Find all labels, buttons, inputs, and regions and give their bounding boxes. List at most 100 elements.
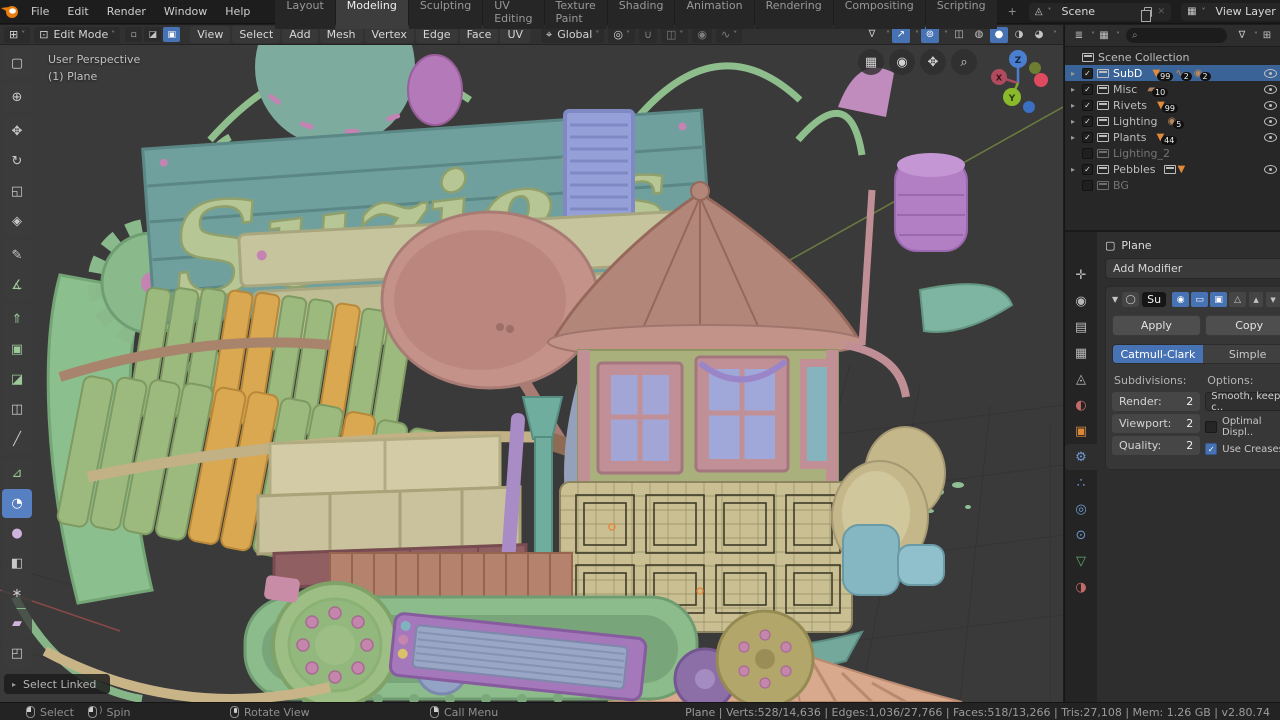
show-gizmo-icon[interactable]: ↗: [892, 26, 910, 43]
properties-tab-physics[interactable]: ◎: [1065, 496, 1097, 522]
collection-checkbox[interactable]: ✓: [1082, 83, 1093, 95]
properties-tab-view-layer[interactable]: ▦: [1065, 340, 1097, 366]
menu-edit[interactable]: Edit: [58, 1, 97, 22]
menu-file[interactable]: File: [22, 1, 58, 22]
tab-shading[interactable]: Shading: [607, 0, 675, 29]
breadcrumb-object-name[interactable]: Plane: [1121, 239, 1151, 252]
outliner-row-rivets[interactable]: ▸ ✓ Rivets ▼ 99: [1065, 97, 1280, 113]
snap-toggle[interactable]: ∪: [638, 26, 657, 43]
render-subdiv-field[interactable]: Render: 2: [1112, 392, 1201, 411]
tool-poly-build[interactable]: ⊿: [2, 459, 32, 488]
tab-uv-editing[interactable]: UV Editing: [483, 0, 544, 29]
editor-outliner-icon[interactable]: ≣: [1070, 28, 1088, 44]
viewport-menu-view[interactable]: View: [190, 26, 231, 43]
outliner-row-plants[interactable]: ▸ ✓ Plants ▼ 44: [1065, 129, 1280, 145]
viewport-menu-face[interactable]: Face: [459, 26, 499, 43]
tab-texture-paint[interactable]: Texture Paint: [544, 0, 607, 29]
visibility-filter-icon[interactable]: ∇: [863, 27, 881, 43]
properties-tab-particles[interactable]: ∴: [1065, 470, 1097, 496]
properties-tab-tool[interactable]: ✛: [1065, 262, 1097, 288]
tool-bevel[interactable]: ◪: [2, 365, 32, 394]
catmull-clark-button[interactable]: Catmull-Clark: [1113, 345, 1203, 363]
camera-view-button[interactable]: ◉: [889, 49, 915, 75]
viewport-menu-vertex[interactable]: Vertex: [364, 26, 414, 43]
vertex-select-button[interactable]: ▫: [125, 27, 143, 42]
collection-checkbox[interactable]: ✓: [1082, 115, 1093, 127]
show-overlays-icon[interactable]: ⊚: [921, 26, 939, 43]
viewport-menu-select[interactable]: Select: [232, 26, 281, 43]
display-mode-icon[interactable]: ▦: [1095, 28, 1113, 44]
menu-help[interactable]: Help: [216, 1, 259, 22]
tool-move[interactable]: ✥: [2, 117, 32, 146]
collection-checkbox[interactable]: [1082, 179, 1093, 191]
properties-tab-object-data[interactable]: ▽: [1065, 548, 1097, 574]
simple-button[interactable]: Simple: [1202, 345, 1280, 363]
viewport-menu-mesh[interactable]: Mesh: [319, 26, 363, 43]
outliner-row-misc[interactable]: ▸ ✓ Misc ▰ 10: [1065, 81, 1280, 97]
blender-logo-icon[interactable]: [0, 4, 20, 19]
tab-modeling[interactable]: Modeling: [335, 0, 408, 29]
viewport-menu-edge[interactable]: Edge: [415, 26, 458, 43]
move-down-icon[interactable]: ▼: [1266, 292, 1280, 307]
tool-annotate[interactable]: ✎: [2, 241, 32, 270]
snap-target-dropdown[interactable]: ◫ ˅: [661, 26, 689, 43]
expand-icon[interactable]: ▸: [1071, 69, 1082, 78]
new-collection-icon[interactable]: ⊞: [1258, 28, 1276, 44]
orientation-dropdown[interactable]: ⌖ Global ˅: [541, 26, 605, 43]
display-cage-toggle[interactable]: △: [1229, 292, 1247, 307]
collection-checkbox[interactable]: ✓: [1082, 131, 1093, 143]
outliner-row-pebbles[interactable]: ▸ ✓ Pebbles ▼: [1065, 161, 1280, 177]
properties-tab-world[interactable]: ◐: [1065, 392, 1097, 418]
view-layer-selector[interactable]: ▦ ˅ View Layer ✕: [1181, 2, 1280, 21]
collection-checkbox[interactable]: [1082, 147, 1093, 159]
falloff-dropdown[interactable]: ∿ ˅: [716, 26, 743, 43]
visibility-eye-icon[interactable]: [1264, 164, 1277, 174]
properties-tab-object[interactable]: ▣: [1065, 418, 1097, 444]
viewport-menu-uv[interactable]: UV: [500, 26, 531, 43]
use-creases-checkbox[interactable]: ✓ Use Creases: [1205, 443, 1280, 455]
apply-button[interactable]: Apply: [1112, 315, 1201, 336]
tab-layout[interactable]: Layout: [275, 0, 335, 29]
zoom-view-button[interactable]: ⌕: [951, 49, 977, 75]
new-scene-icon[interactable]: [1140, 6, 1152, 22]
display-editmode-toggle[interactable]: ▣: [1210, 292, 1228, 307]
collection-checkbox[interactable]: ✓: [1082, 99, 1093, 111]
viewport-subdiv-field[interactable]: Viewport: 2: [1112, 414, 1201, 433]
menu-window[interactable]: Window: [155, 1, 216, 22]
tool-smooth[interactable]: ●: [2, 519, 32, 548]
tab-scripting[interactable]: Scripting: [925, 0, 997, 29]
view-layer-name[interactable]: View Layer: [1210, 5, 1280, 18]
uv-smooth-dropdown[interactable]: Smooth, keep c.. ˅: [1205, 391, 1280, 413]
viewport-menu-add[interactable]: Add: [282, 26, 318, 43]
tool-rotate[interactable]: ↻: [2, 147, 32, 176]
copy-button[interactable]: Copy: [1204, 315, 1280, 336]
viewport-canvas[interactable]: Suzie's: [0, 45, 1063, 702]
visibility-eye-icon[interactable]: [1264, 116, 1277, 126]
display-render-toggle[interactable]: ◉: [1172, 292, 1190, 307]
shading-material-icon[interactable]: ◑: [1010, 27, 1028, 43]
navigation-gizmo[interactable]: Z X Y: [985, 47, 1051, 117]
move-up-icon[interactable]: ▲: [1249, 292, 1264, 307]
tab-rendering[interactable]: Rendering: [754, 0, 833, 29]
tool-transform[interactable]: ◈: [2, 207, 32, 236]
tool-loop-cut[interactable]: ◫: [2, 395, 32, 424]
properties-tab-modifiers[interactable]: ⚙: [1065, 444, 1097, 470]
visibility-eye-icon[interactable]: [1264, 68, 1277, 78]
optimal-display-checkbox[interactable]: Optimal Displ..: [1205, 416, 1280, 438]
expand-icon[interactable]: ▸: [1071, 165, 1082, 174]
outliner-row-lighting-2[interactable]: Lighting_2: [1065, 145, 1280, 161]
expand-icon[interactable]: ▸: [1071, 101, 1082, 110]
proportional-editing-toggle[interactable]: ◉: [692, 26, 713, 43]
shading-rendered-icon[interactable]: ◕: [1030, 27, 1048, 43]
editor-type-button[interactable]: ⊞ ˅: [4, 26, 31, 43]
properties-tab-constraints[interactable]: ⊙: [1065, 522, 1097, 548]
visibility-filter-chevron[interactable]: ˅: [886, 30, 890, 39]
visibility-eye-icon[interactable]: [1264, 100, 1277, 110]
tab-animation[interactable]: Animation: [675, 0, 754, 29]
menu-render[interactable]: Render: [98, 1, 155, 22]
expand-icon[interactable]: ▼: [1112, 295, 1118, 304]
collection-checkbox[interactable]: ✓: [1082, 163, 1093, 175]
scene-name[interactable]: Scene: [1056, 5, 1142, 18]
tool-cursor[interactable]: ⊕: [2, 83, 32, 112]
visibility-eye-icon[interactable]: [1264, 132, 1277, 142]
